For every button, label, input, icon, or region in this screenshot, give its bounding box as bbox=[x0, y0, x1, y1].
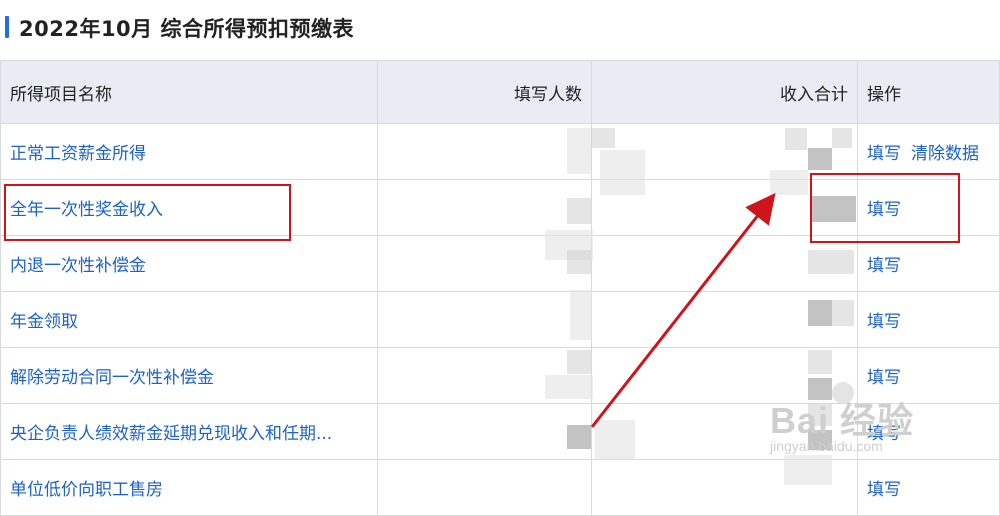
income-item-name-link[interactable]: 单位低价向职工售房 bbox=[0, 459, 378, 516]
fill-in-link[interactable]: 填写 bbox=[867, 256, 901, 276]
page-title: 2022年10月 综合所得预扣预缴表 bbox=[19, 17, 354, 41]
income-item-name-link[interactable]: 解除劳动合同一次性补偿金 bbox=[0, 347, 378, 404]
watermark: Bai 经验 jingyan.baidu.com bbox=[770, 392, 915, 454]
fill-count-cell bbox=[377, 291, 592, 348]
watermark-sub: jingyan.baidu.com bbox=[770, 438, 883, 454]
column-header-ops: 操作 bbox=[857, 60, 1000, 124]
annotation-box-fill-button bbox=[810, 173, 960, 243]
fill-count-cell bbox=[377, 459, 592, 516]
table-header-row: 所得项目名称 填写人数 收入合计 操作 bbox=[0, 60, 1000, 124]
fill-in-link[interactable]: 填写 bbox=[867, 480, 901, 500]
annotation-box-bonus-row bbox=[4, 184, 291, 241]
title-accent-bar bbox=[5, 16, 9, 38]
fill-count-cell bbox=[377, 403, 592, 460]
title-bar: 2022年10月 综合所得预扣预缴表 bbox=[0, 0, 1000, 60]
ops-cell: 填写 bbox=[857, 235, 1000, 292]
ops-cell: 填写 bbox=[857, 291, 1000, 348]
income-item-name-link[interactable]: 内退一次性补偿金 bbox=[0, 235, 378, 292]
ops-cell: 填写 清除数据 bbox=[857, 123, 1000, 180]
income-item-name-link[interactable]: 年金领取 bbox=[0, 291, 378, 348]
ops-cell: 填写 bbox=[857, 459, 1000, 516]
table-row: 单位低价向职工售房 填写 bbox=[0, 459, 1000, 516]
fill-in-link[interactable]: 填写 bbox=[867, 144, 901, 164]
clear-data-link[interactable]: 清除数据 bbox=[911, 144, 979, 164]
column-header-count: 填写人数 bbox=[377, 60, 592, 124]
income-item-name-link[interactable]: 央企负责人绩效薪金延期兑现收入和任期... bbox=[0, 403, 378, 460]
fill-in-link[interactable]: 填写 bbox=[867, 312, 901, 332]
income-item-name-link[interactable]: 正常工资薪金所得 bbox=[0, 123, 378, 180]
watermark-main: Bai 经验 bbox=[770, 400, 915, 441]
fill-count-cell bbox=[377, 179, 592, 236]
column-header-income: 收入合计 bbox=[591, 60, 858, 124]
fill-count-cell bbox=[377, 123, 592, 180]
column-header-name: 所得项目名称 bbox=[0, 60, 378, 124]
fill-in-link[interactable]: 填写 bbox=[867, 368, 901, 388]
